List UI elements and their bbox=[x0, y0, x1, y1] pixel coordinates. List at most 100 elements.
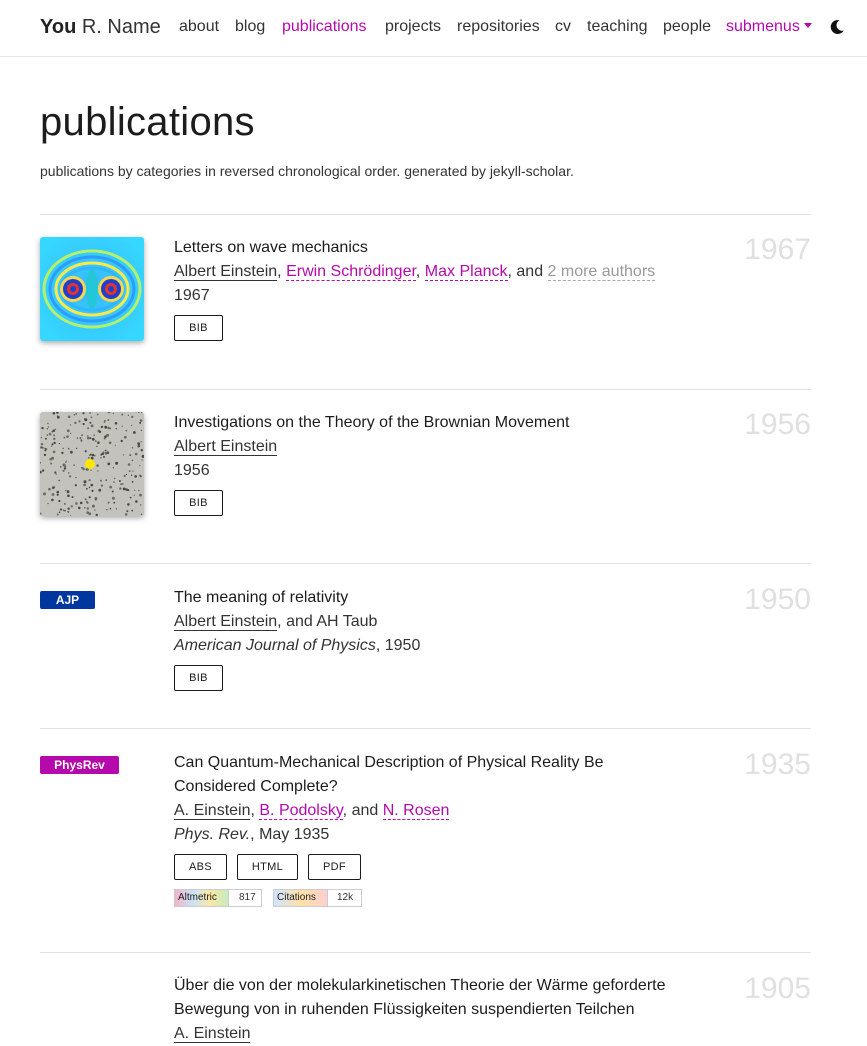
year-label: 1956 bbox=[744, 408, 811, 441]
author-self[interactable]: A. Einstein bbox=[174, 1025, 251, 1043]
altmetric-logo: Altmetric bbox=[175, 890, 229, 906]
particle-dot bbox=[85, 468, 87, 470]
particle-dot bbox=[56, 490, 60, 494]
particle-dot bbox=[102, 451, 105, 453]
particle-dot bbox=[114, 422, 118, 425]
journal-date: , 1950 bbox=[375, 637, 421, 654]
more-authors-toggle[interactable]: 2 more authors bbox=[547, 263, 656, 281]
particle-dot bbox=[85, 500, 88, 503]
particle-dot bbox=[79, 437, 82, 439]
particle-dot bbox=[107, 419, 110, 421]
altmetric-badge[interactable]: Altmetric 817 bbox=[174, 889, 262, 907]
divider bbox=[40, 952, 811, 953]
nav-item-blog[interactable]: blog bbox=[235, 18, 265, 36]
moon-icon[interactable] bbox=[829, 19, 845, 35]
particle-dot bbox=[73, 464, 75, 466]
divider bbox=[40, 728, 811, 729]
author-self[interactable]: Albert Einstein bbox=[174, 613, 278, 631]
particle-dot bbox=[69, 424, 72, 426]
particle-dot bbox=[70, 432, 72, 434]
particle-dot bbox=[48, 432, 52, 436]
bib-button[interactable]: BIB bbox=[174, 315, 223, 341]
particle-dot bbox=[121, 413, 124, 416]
author-self[interactable]: A. Einstein bbox=[174, 802, 251, 820]
nav-item-teaching[interactable]: teaching bbox=[587, 18, 648, 36]
author-list: Albert Einstein, Erwin Schrödinger, Max … bbox=[174, 260, 694, 284]
particle-dot bbox=[74, 484, 77, 487]
publication-title: Über die von der molekularkinetischen Th… bbox=[174, 977, 666, 1018]
venue-abbr-badge[interactable]: PhysRev bbox=[40, 756, 119, 774]
citations-badge[interactable]: Citations 12k bbox=[273, 889, 362, 907]
particle-dot bbox=[81, 434, 84, 437]
particle-dot bbox=[127, 414, 129, 416]
particle-dot bbox=[90, 469, 92, 471]
author-link[interactable]: Erwin Schrödinger bbox=[286, 263, 416, 281]
publication-preview-image[interactable] bbox=[40, 237, 144, 341]
particle-dot bbox=[131, 415, 134, 419]
particle-dot bbox=[53, 437, 56, 441]
venue-abbr-badge[interactable]: AJP bbox=[40, 591, 95, 609]
nav-item-publications[interactable]: publications bbox=[282, 18, 367, 36]
particle-dot bbox=[139, 504, 142, 506]
particle-dot bbox=[132, 470, 134, 472]
particle-dot bbox=[83, 506, 86, 509]
particle-dot bbox=[61, 451, 64, 455]
particle-dot bbox=[129, 496, 132, 499]
particle-dot bbox=[95, 498, 97, 501]
particle-dot bbox=[75, 502, 78, 505]
abs-button[interactable]: ABS bbox=[174, 854, 227, 880]
particle-dot bbox=[115, 508, 117, 510]
publication-preview-image[interactable] bbox=[40, 412, 144, 516]
particle-dot bbox=[44, 447, 47, 450]
publication-title: Letters on wave mechanics bbox=[174, 239, 368, 256]
particle-dot bbox=[125, 473, 127, 476]
particle-dot bbox=[89, 412, 91, 414]
author-link[interactable]: B. Podolsky bbox=[259, 802, 343, 820]
particle-dot bbox=[121, 425, 123, 427]
bib-button[interactable]: BIB bbox=[174, 665, 223, 691]
particle-dot bbox=[66, 435, 69, 438]
nav-item-about[interactable]: about bbox=[179, 18, 219, 36]
particle-dot bbox=[46, 434, 49, 436]
particle-dot bbox=[108, 441, 112, 445]
particle-dot bbox=[109, 507, 112, 510]
particle-dot bbox=[131, 447, 134, 449]
particle-dot bbox=[52, 450, 56, 454]
page-title: publications bbox=[40, 100, 255, 144]
author-self[interactable]: Albert Einstein bbox=[174, 263, 278, 281]
particle-dot bbox=[41, 426, 44, 430]
nav-item-people[interactable]: people bbox=[663, 18, 711, 36]
html-button[interactable]: HTML bbox=[237, 854, 298, 880]
journal-date: , May 1935 bbox=[250, 826, 330, 843]
particle-dot bbox=[51, 445, 53, 447]
particle-dot bbox=[58, 443, 60, 445]
nav-item-submenus[interactable]: submenus bbox=[726, 18, 812, 36]
author-list: Albert Einstein bbox=[174, 435, 694, 459]
particle-dot bbox=[62, 469, 65, 472]
bib-button[interactable]: BIB bbox=[174, 490, 223, 516]
particle-dot bbox=[126, 510, 129, 513]
particle-dot bbox=[101, 452, 104, 456]
particle-dot bbox=[52, 429, 55, 433]
pdf-button[interactable]: PDF bbox=[308, 854, 361, 880]
nav-item-repositories[interactable]: repositories bbox=[457, 18, 540, 36]
particle-dot bbox=[131, 459, 134, 462]
particle-dot bbox=[107, 502, 110, 504]
year-label: 1967 bbox=[744, 233, 811, 266]
caret-down-icon bbox=[803, 22, 812, 28]
particle-dot bbox=[97, 470, 99, 472]
nav-item-projects[interactable]: projects bbox=[385, 18, 441, 36]
author-link[interactable]: Max Planck bbox=[424, 263, 508, 281]
particle-dot bbox=[107, 426, 110, 430]
author-self[interactable]: Albert Einstein bbox=[174, 438, 278, 456]
particle-dot bbox=[125, 488, 129, 491]
particle-dot bbox=[120, 483, 122, 485]
author-link[interactable]: N. Rosen bbox=[382, 802, 450, 820]
particle-dot bbox=[88, 486, 91, 489]
particle-dot bbox=[86, 487, 88, 490]
particle-dot bbox=[78, 420, 81, 423]
particle-dot bbox=[123, 435, 127, 439]
particle-dot bbox=[80, 439, 83, 442]
particle-dot bbox=[120, 439, 123, 443]
nav-item-cv[interactable]: cv bbox=[555, 18, 571, 36]
